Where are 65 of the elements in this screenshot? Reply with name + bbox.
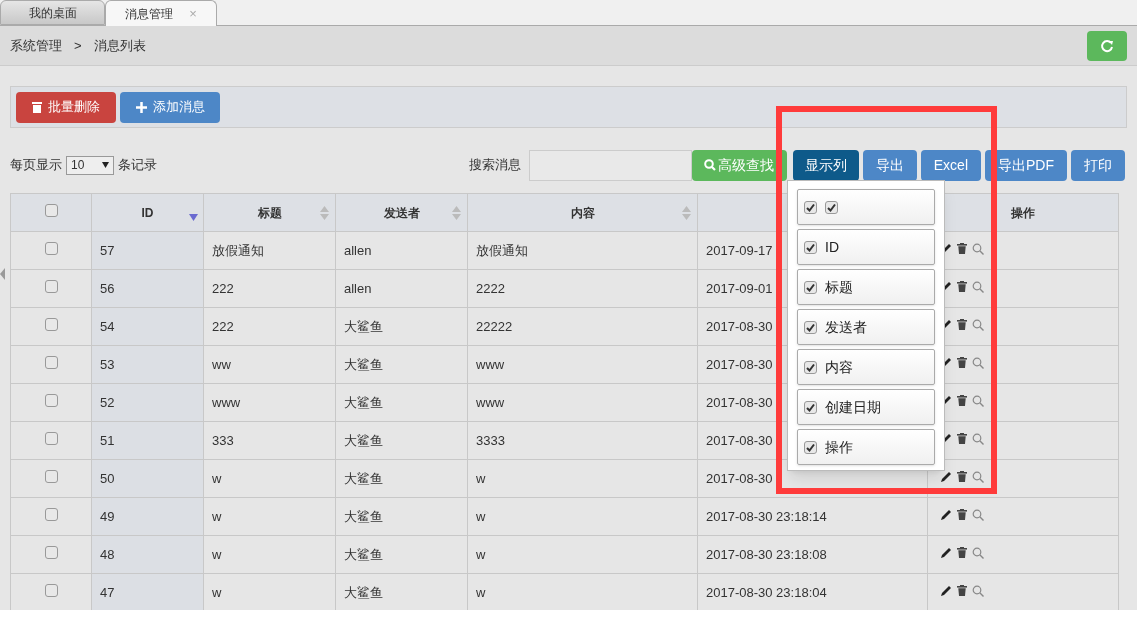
table-cell: 57: [91, 231, 204, 270]
table-cell: 大鲨鱼: [335, 345, 468, 384]
table-cell: 56: [91, 269, 204, 308]
column-header[interactable]: 内容: [467, 193, 698, 232]
table-cell: 53: [91, 345, 204, 384]
table-cell: w: [203, 459, 336, 498]
table-cell: 47: [91, 573, 204, 610]
tab[interactable]: 消息管理 ×: [105, 0, 217, 26]
column-menu-item[interactable]: ID: [797, 229, 935, 265]
table-cell: 2017-08-30 23:18:14: [697, 497, 928, 536]
table-cell: w: [467, 535, 698, 574]
column-menu-item[interactable]: 创建日期: [797, 389, 935, 425]
table-cell: w: [467, 497, 698, 536]
column-header[interactable]: 发送者: [335, 193, 468, 232]
table-cell: allen: [335, 231, 468, 270]
table-cell: www: [467, 383, 698, 422]
column-menu-item[interactable]: 标题: [797, 269, 935, 305]
toolbar-button[interactable]: 打印: [1071, 149, 1125, 181]
table-cell: 333: [203, 421, 336, 460]
table-cell: 大鲨鱼: [335, 383, 468, 422]
table-cell: 48: [91, 535, 204, 574]
column-header[interactable]: ID: [91, 193, 204, 232]
table-cell: 54: [91, 307, 204, 346]
table-cell: 放假通知: [467, 231, 698, 270]
tab[interactable]: 我的桌面: [0, 0, 105, 25]
table-cell: 222: [203, 307, 336, 346]
table-cell: 222: [203, 269, 336, 308]
table-cell: www: [203, 383, 336, 422]
table-cell: 大鲨鱼: [335, 535, 468, 574]
column-menu-item[interactable]: 内容: [797, 349, 935, 385]
table-cell: 50: [91, 459, 204, 498]
column-menu-item[interactable]: 操作: [797, 429, 935, 465]
breadcrumb-item[interactable]: 消息列表: [93, 35, 146, 56]
table-cell: 2017-08-30 23:18:08: [697, 535, 928, 574]
table-cell: 大鲨鱼: [335, 497, 468, 536]
table-cell: 52: [91, 383, 204, 422]
batch-delete-button[interactable]: 批量删除: [16, 91, 116, 123]
toolbar-button[interactable]: 导出: [862, 149, 917, 181]
breadcrumb-item[interactable]: 系统管理: [10, 35, 62, 56]
table-cell: 大鲨鱼: [335, 421, 468, 460]
search-label: 搜索消息: [468, 156, 521, 175]
table-cell: 大鲨鱼: [335, 459, 468, 498]
column-header[interactable]: 标题: [203, 193, 336, 232]
table-cell: ww: [203, 345, 336, 384]
toolbar-button[interactable]: Excel: [920, 149, 981, 181]
toolbar-button[interactable]: 导出PDF: [985, 149, 1067, 181]
table-cell: www: [467, 345, 698, 384]
table-cell: 22222: [467, 307, 698, 346]
table-cell: 49: [91, 497, 204, 536]
table-cell: 51: [91, 421, 204, 460]
column-menu-item[interactable]: 发送者: [797, 309, 935, 345]
table-cell: w: [203, 497, 336, 536]
page-size-select[interactable]: 10: [66, 155, 114, 175]
table-cell: 2222: [467, 269, 698, 308]
table-cell: allen: [335, 269, 468, 308]
toolbar-button[interactable]: 显示列: [792, 149, 859, 181]
page-size-suffix: 条记录: [118, 156, 157, 175]
breadcrumb-separator: >: [74, 36, 82, 55]
table-cell: w: [203, 535, 336, 574]
table-cell: 大鲨鱼: [335, 307, 468, 346]
table-cell: 3333: [467, 421, 698, 460]
add-button[interactable]: 添加消息: [120, 91, 220, 123]
table-cell: w: [467, 459, 698, 498]
page-size-label: 每页显示: [10, 156, 62, 175]
table-cell: 放假通知: [203, 231, 336, 270]
